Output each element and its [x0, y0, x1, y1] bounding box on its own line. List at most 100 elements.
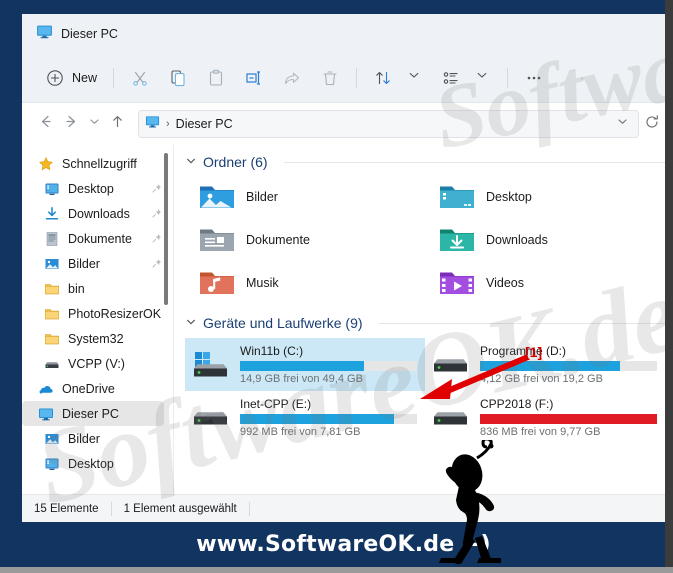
sidebar-label: Downloads — [68, 206, 130, 221]
desktop-folder-icon — [439, 182, 475, 212]
sidebar-item-desktop-2[interactable]: Desktop — [22, 451, 174, 476]
cut-button[interactable] — [121, 62, 159, 94]
address-dropdown-button[interactable] — [612, 111, 632, 137]
site-banner: www.SoftwareOK.de :-) — [22, 522, 665, 567]
drive-free-text: 836 MB frei von 9,77 GB — [480, 426, 601, 438]
status-divider-2 — [248, 501, 250, 516]
back-button[interactable] — [32, 111, 58, 137]
sidebar-item-desktop[interactable]: Desktop — [22, 176, 174, 201]
sort-arrows-icon — [373, 68, 393, 88]
this-pc-monitor-icon — [38, 406, 54, 422]
sort-button[interactable] — [364, 62, 402, 94]
folder-label: Videos — [486, 275, 524, 290]
sidebar-item-vcpp-v[interactable]: VCPP (V:) — [22, 351, 174, 376]
folder-label: Dokumente — [246, 232, 310, 247]
content-pane: Ordner (6) Bilder Desktop Dokumente Down… — [174, 145, 665, 494]
explorer-body: Schnellzugriff Desktop Downloads Dokumen… — [22, 145, 665, 494]
sidebar-label: Dokumente — [68, 231, 132, 246]
sidebar-scrollbar-thumb[interactable] — [164, 153, 168, 305]
drive-usage-fill — [240, 414, 394, 424]
new-button-label: New — [72, 71, 98, 85]
sidebar-item-bin[interactable]: bin — [22, 276, 174, 301]
folder-label: Desktop — [486, 189, 532, 204]
sidebar-label: VCPP (V:) — [68, 356, 125, 371]
pictures-icon — [44, 256, 60, 272]
folders-grid: Bilder Desktop Dokumente Downloads Musik… — [185, 175, 665, 304]
group-header-folders[interactable]: Ordner (6) — [185, 149, 665, 175]
breadcrumb-separator: › — [166, 118, 170, 130]
annotation-arrow — [420, 355, 530, 399]
plus-circle-icon — [45, 68, 65, 88]
folder-item-dokumente[interactable]: Dokumente — [185, 218, 425, 261]
pictures-icon — [44, 431, 60, 447]
screenshot-root: Dieser PC New › Dieser PC Schnellzugriff… — [0, 0, 673, 573]
sort-dropdown-chevron[interactable] — [402, 62, 432, 94]
sidebar-item-bilder-2[interactable]: Bilder — [22, 426, 174, 451]
folder-item-videos[interactable]: Videos — [425, 261, 665, 304]
more-button[interactable] — [515, 62, 553, 94]
refresh-button[interactable] — [639, 111, 665, 137]
drive-item-win11b-c[interactable]: Win11b (C:) 14,9 GB frei von 49,4 GB — [185, 338, 425, 391]
new-button[interactable]: New — [36, 62, 106, 94]
share-button[interactable] — [273, 62, 311, 94]
star-icon — [38, 156, 54, 172]
drive-info: Inet-CPP (E:) 992 MB frei von 7,81 GB — [240, 397, 425, 438]
view-dropdown-chevron[interactable] — [470, 62, 500, 94]
music-folder-icon — [199, 268, 235, 298]
drive-icon — [191, 403, 231, 433]
address-bar-row: › Dieser PC — [22, 103, 665, 145]
recent-locations-button[interactable] — [84, 111, 104, 137]
sidebar-label: System32 — [68, 331, 124, 346]
folder-label: Musik — [246, 275, 279, 290]
toolbar-divider-1 — [113, 68, 115, 88]
sidebar-item-onedrive[interactable]: OneDrive — [22, 376, 174, 401]
copy-button[interactable] — [159, 62, 197, 94]
chevron-down-icon — [616, 115, 629, 133]
folder-label: Downloads — [486, 232, 548, 247]
chevron-down-icon — [475, 68, 495, 88]
up-button[interactable] — [104, 111, 130, 137]
desktop-icon — [44, 456, 60, 472]
folder-icon — [44, 281, 60, 297]
sidebar-item-schnellzugriff[interactable]: Schnellzugriff — [22, 151, 174, 176]
file-explorer-window: Dieser PC New › Dieser PC Schnellzugriff… — [22, 14, 665, 522]
drive-name: Win11b (C:) — [240, 344, 304, 358]
paste-button[interactable] — [197, 62, 235, 94]
sidebar-item-downloads[interactable]: Downloads — [22, 201, 174, 226]
selection-count-text: 1 Element ausgewählt — [123, 502, 237, 515]
sidebar-item-dieser-pc[interactable]: Dieser PC — [22, 401, 164, 426]
view-button[interactable] — [432, 62, 470, 94]
forward-button[interactable] — [58, 111, 84, 137]
navigation-pane: Schnellzugriff Desktop Downloads Dokumen… — [22, 145, 174, 494]
pin-icon — [151, 183, 162, 194]
arrow-right-icon — [63, 113, 80, 135]
window-title: Dieser PC — [61, 27, 118, 41]
toolbar-divider-2 — [356, 68, 358, 88]
folder-item-bilder[interactable]: Bilder — [185, 175, 425, 218]
this-pc-monitor-icon — [145, 114, 160, 134]
address-bar[interactable]: › Dieser PC — [138, 110, 639, 138]
sidebar-label: Bilder — [68, 431, 100, 446]
rename-button[interactable] — [235, 62, 273, 94]
delete-button[interactable] — [311, 62, 349, 94]
sidebar-item-bilder[interactable]: Bilder — [22, 251, 174, 276]
breadcrumb-this-pc[interactable]: Dieser PC — [176, 117, 233, 131]
pin-icon — [151, 233, 162, 244]
rename-icon — [244, 68, 264, 88]
drive-item-inet-cpp-e[interactable]: Inet-CPP (E:) 992 MB frei von 7,81 GB — [185, 391, 425, 444]
scissors-icon — [130, 68, 150, 88]
chevron-down-icon — [185, 316, 197, 331]
pin-icon — [151, 258, 162, 269]
chevron-down-icon — [88, 115, 101, 133]
folder-item-downloads[interactable]: Downloads — [425, 218, 665, 261]
group-header-drives[interactable]: Geräte und Laufwerke (9) — [185, 310, 665, 336]
sidebar-item-system32[interactable]: System32 — [22, 326, 174, 351]
sidebar-label: Schnellzugriff — [62, 156, 137, 171]
folder-item-musik[interactable]: Musik — [185, 261, 425, 304]
status-divider — [110, 501, 112, 516]
sidebar-item-dokumente[interactable]: Dokumente — [22, 226, 174, 251]
folder-item-desktop[interactable]: Desktop — [425, 175, 665, 218]
documents-folder-icon — [199, 225, 235, 255]
sidebar-item-photoresizerok[interactable]: PhotoResizerOK — [22, 301, 174, 326]
title-bar: Dieser PC — [22, 14, 665, 54]
